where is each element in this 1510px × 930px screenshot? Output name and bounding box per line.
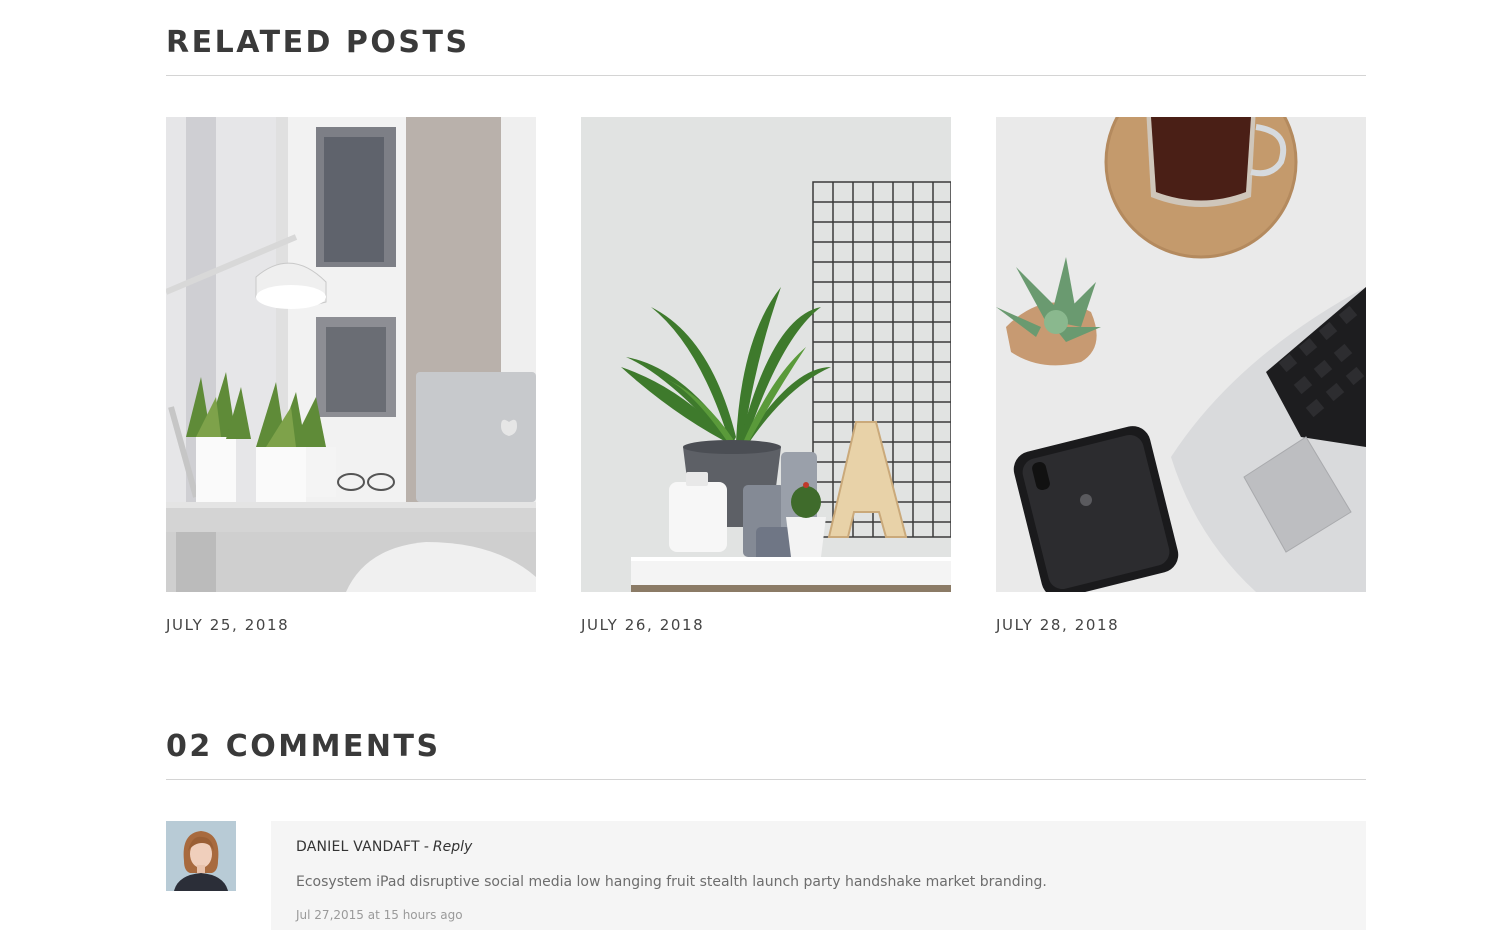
desk-lamp-plants-laptop-photo — [166, 117, 536, 592]
woman-portrait-avatar — [166, 821, 236, 891]
comments-heading: 02 COMMENTS — [166, 729, 441, 764]
related-posts-heading: RELATED POSTS — [166, 25, 470, 60]
plant-wire-grid-letter-a-photo — [581, 117, 951, 592]
comment-separator: - — [423, 839, 429, 855]
related-post-date[interactable]: JULY 26, 2018 — [581, 616, 704, 634]
comment-text: Ecosystem iPad disruptive social media l… — [296, 874, 1047, 890]
related-post-thumbnail[interactable] — [166, 117, 536, 592]
related-post-card: JULY 26, 2018 — [581, 117, 951, 634]
related-post-thumbnail[interactable] — [581, 117, 951, 592]
related-post-card: JULY 28, 2018 — [996, 117, 1366, 634]
comments-divider — [166, 779, 1366, 780]
laptop-phone-coffee-succulent-photo — [996, 117, 1366, 592]
avatar — [166, 821, 236, 891]
related-posts-grid: JULY 25, 2018 JULY 26, 2018 JULY 28, 201… — [166, 117, 1366, 637]
comment-body: DANIEL VANDAFT - Reply Ecosystem iPad disr… — [271, 821, 1366, 930]
related-posts-divider — [166, 75, 1366, 76]
related-post-date[interactable]: JULY 25, 2018 — [166, 616, 289, 634]
comment-timestamp: Jul 27,2015 at 15 hours ago — [296, 908, 463, 922]
comment-item: DANIEL VANDAFT - Reply Ecosystem iPad disr… — [166, 821, 1366, 930]
reply-link[interactable]: Reply — [433, 839, 472, 855]
comment-author: DANIEL VANDAFT — [296, 839, 420, 855]
related-post-date[interactable]: JULY 28, 2018 — [996, 616, 1119, 634]
related-post-card: JULY 25, 2018 — [166, 117, 536, 634]
comment-header: DANIEL VANDAFT - Reply — [296, 839, 472, 855]
related-post-thumbnail[interactable] — [996, 117, 1366, 592]
